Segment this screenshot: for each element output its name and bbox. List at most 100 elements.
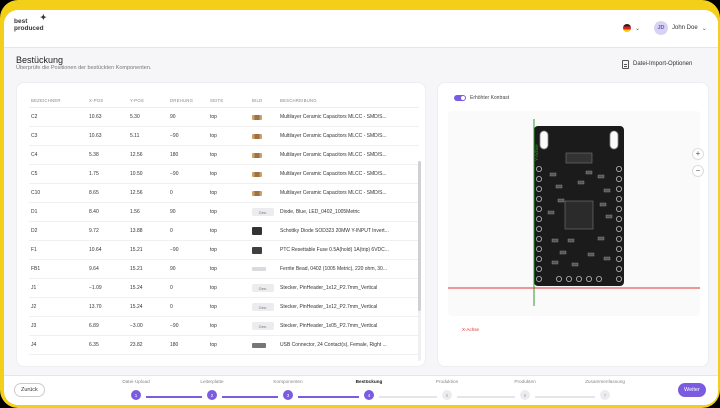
col-header-x[interactable]: X-Pos (89, 98, 130, 103)
cell-designator: D1 (31, 209, 38, 215)
brand-logo[interactable]: ✦ best produced (14, 14, 58, 33)
cell-side: top (210, 323, 217, 329)
stepper-connector (222, 396, 278, 398)
table-row[interactable]: J4 6.35 23.82 180 top USB Connector, 24 Conta… (29, 336, 419, 355)
pcb-mount-slot-right (609, 130, 619, 150)
cell-designator: C3 (31, 133, 38, 139)
pcb-viewer[interactable]: + − Y-Achse X-Achse (448, 111, 704, 332)
table-row[interactable]: J2 13.70 15.24 0 top Gen. Stecker, PinHeader_1… (29, 298, 419, 317)
step-number: 4 (364, 390, 374, 400)
step-label: Produkten (514, 379, 536, 384)
col-header-designator[interactable]: Bezeichner (29, 98, 89, 103)
pcb-smd-part (587, 252, 595, 257)
table-row[interactable]: C5 1.75 10.50 −90 top Multilayer Ceramic Capa… (29, 165, 419, 184)
cell-designator: C4 (31, 152, 38, 158)
contrast-toggle-label: Erhöhter Kontrast (470, 95, 510, 101)
sparkle-icon: ✦ (40, 13, 47, 22)
pcb-smd-part (547, 210, 555, 215)
step-7[interactable]: Zusammenfassung 7 (570, 379, 640, 400)
pcb-render (448, 119, 700, 306)
col-header-rotation[interactable]: Drehung (170, 98, 210, 103)
cell-side: top (210, 266, 217, 272)
zoom-out-button[interactable]: − (692, 165, 704, 177)
pcb-mcu-chip (564, 200, 594, 230)
table-row[interactable]: F1 10.64 15.21 −90 top PTC Resettable Fuse 0.… (29, 241, 419, 260)
cell-x-pos: 9.72 (89, 228, 99, 234)
back-button[interactable]: Zurück (14, 383, 45, 397)
page-title: Bestückung (16, 55, 64, 65)
cell-x-pos: 10.63 (89, 114, 102, 120)
user-name: John Doe (672, 25, 698, 31)
col-header-y[interactable]: Y-Pos (130, 98, 170, 103)
placement-table: Bezeichner X-Pos Y-Pos Drehung Seite Bil… (29, 93, 419, 355)
cell-designator: J1 (31, 285, 37, 291)
pcb-preview-card: Erhöhter Kontrast + − Y-Achse X-Achse (437, 82, 709, 367)
x-axis-label: X-Achse (462, 327, 480, 332)
cell-y-pos: 23.82 (130, 342, 143, 348)
step-5[interactable]: Produktion 5 (412, 379, 482, 400)
cell-side: top (210, 228, 217, 234)
table-row[interactable]: C3 10.63 5.11 −90 top Multilayer Ceramic Capa… (29, 127, 419, 146)
step-2[interactable]: Leiterplatte 2 (177, 379, 247, 400)
cell-description: Multilayer Ceramic Capacitors MLCC - SMD… (280, 171, 387, 177)
pcb-usb-connector (565, 152, 593, 164)
cell-description: Multilayer Ceramic Capacitors MLCC - SMD… (280, 152, 387, 158)
step-4[interactable]: Bestückung 4 (334, 379, 404, 400)
german-flag-icon (623, 24, 631, 32)
cell-description: Schottky Diode SOD323 20MW Y-INPUT Inver… (280, 228, 389, 234)
cell-side: top (210, 171, 217, 177)
cell-side: top (210, 114, 217, 120)
step-label: Datei-Upload (122, 379, 150, 384)
table-scrollbar[interactable] (418, 161, 421, 361)
cell-image (252, 114, 280, 120)
table-row[interactable]: D2 9.72 13.88 0 top Schottky Diode SOD323 20M… (29, 222, 419, 241)
pcb-smd-part (555, 184, 563, 189)
col-header-description[interactable]: Beschreibung (280, 98, 408, 103)
table-body: C2 10.63 5.30 90 top Multilayer Ceramic Capac… (29, 108, 419, 355)
placement-table-card: Bezeichner X-Pos Y-Pos Drehung Seite Bil… (16, 82, 426, 367)
cell-side: top (210, 304, 217, 310)
col-header-image: Bild (252, 97, 263, 103)
cell-rotation: 0 (170, 228, 173, 234)
step-6[interactable]: Produkten 6 (490, 379, 560, 400)
table-row[interactable]: J3 6.89 −3.00 −90 top Gen. Stecker, PinHeader_… (29, 317, 419, 336)
next-button[interactable]: Weiter (678, 383, 706, 397)
step-3[interactable]: Komponenten 3 (253, 379, 323, 400)
table-row[interactable]: D1 8.40 1.56 90 top Gen. Diode, Blue, LED_0402… (29, 203, 419, 222)
cell-x-pos: 8.65 (89, 190, 99, 196)
cell-side: top (210, 342, 217, 348)
contrast-toggle[interactable] (454, 95, 466, 101)
cell-side: top (210, 247, 217, 253)
cell-rotation: −90 (170, 171, 179, 177)
table-row[interactable]: FB1 9.64 15.21 90 top Ferrite Bead, 0402 (100… (29, 260, 419, 279)
cell-description: Stecker, PinHeader_1x12_P2.7mm_Vertical (280, 285, 378, 291)
cell-image: Gen. (252, 322, 280, 330)
col-header-side[interactable]: Seite (210, 98, 252, 103)
cell-image: Gen. (252, 303, 280, 311)
cell-x-pos: 1.75 (89, 171, 99, 177)
table-row[interactable]: J1 −1.09 15.24 0 top Gen. Stecker, PinHeader_1… (29, 279, 419, 298)
scrollbar-thumb[interactable] (418, 161, 421, 311)
user-menu[interactable]: JD John Doe ⌄ (654, 21, 707, 35)
zoom-in-button[interactable]: + (692, 148, 704, 160)
brand-line-2: produced (14, 25, 44, 32)
table-row[interactable]: C2 10.63 5.30 90 top Multilayer Ceramic Capac… (29, 108, 419, 127)
component-thumbnail (252, 190, 262, 196)
table-row[interactable]: C10 8.65 12.56 0 top Multilayer Ceramic Capac… (29, 184, 419, 203)
cell-x-pos: 6.35 (89, 342, 99, 348)
component-thumbnail (252, 227, 262, 235)
pcb-mount-slot-left (539, 130, 549, 150)
cell-description: Multilayer Ceramic Capacitors MLCC - SMD… (280, 190, 387, 196)
component-thumbnail (252, 342, 266, 348)
language-selector[interactable]: ⌄ (623, 24, 640, 32)
step-1[interactable]: Datei-Upload 1 (101, 379, 171, 400)
pcb-smd-part (571, 262, 579, 267)
cell-rotation: 180 (170, 152, 179, 158)
cell-rotation: −90 (170, 133, 179, 139)
import-options-button[interactable]: Datei-Import-Optionen (622, 57, 692, 71)
table-row[interactable]: C4 5.38 12.56 180 top Multilayer Ceramic Capa… (29, 146, 419, 165)
component-thumbnail (252, 246, 262, 254)
component-thumbnail (252, 171, 262, 177)
cell-x-pos: −1.09 (89, 285, 102, 291)
pcb-smd-part (585, 170, 593, 175)
